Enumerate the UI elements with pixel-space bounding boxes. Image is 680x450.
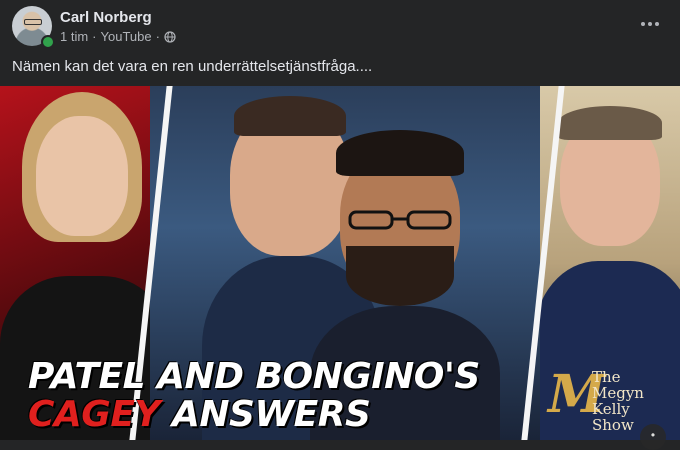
post-time[interactable]: 1 tim: [60, 29, 88, 44]
globe-icon[interactable]: [164, 30, 176, 43]
post-text: Nämen kan det vara en ren underrättelset…: [12, 58, 373, 75]
video-thumbnail[interactable]: PATEL AND BONGINO'S CAGEY ANSWERS M The …: [0, 86, 680, 440]
thumbnail-headline: PATEL AND BONGINO'S CAGEY ANSWERS: [28, 358, 480, 434]
headline-line-1: PATEL AND BONGINO'S: [28, 356, 480, 397]
online-status-dot: [41, 35, 55, 49]
more-options-button[interactable]: [636, 12, 664, 36]
meta-separator-2: ·: [155, 29, 160, 44]
meta-separator: ·: [92, 29, 97, 44]
guest-two-hair: [336, 130, 464, 176]
media-options-button[interactable]: •: [640, 424, 666, 450]
avatar-glasses: [24, 19, 42, 25]
headline-white-word: ANSWERS: [172, 394, 371, 435]
headline-red-word: CAGEY: [28, 394, 161, 435]
guest-three-hair: [558, 106, 662, 140]
glasses-icon: [348, 210, 452, 230]
post-source[interactable]: YouTube: [101, 29, 152, 44]
more-dot: [648, 22, 652, 26]
host-face: [36, 116, 128, 236]
logo-line-4: Show: [592, 416, 634, 434]
post-meta: 1 tim · YouTube ·: [60, 29, 176, 44]
author-name[interactable]: Carl Norberg: [60, 9, 152, 26]
more-dot: [655, 22, 659, 26]
more-dot: [641, 22, 645, 26]
guest-one-hair: [234, 96, 346, 136]
post-header: Carl Norberg 1 tim · YouTube ·: [0, 0, 680, 52]
headline-line-2: CAGEY ANSWERS: [28, 396, 480, 434]
guest-two-beard: [346, 246, 454, 306]
